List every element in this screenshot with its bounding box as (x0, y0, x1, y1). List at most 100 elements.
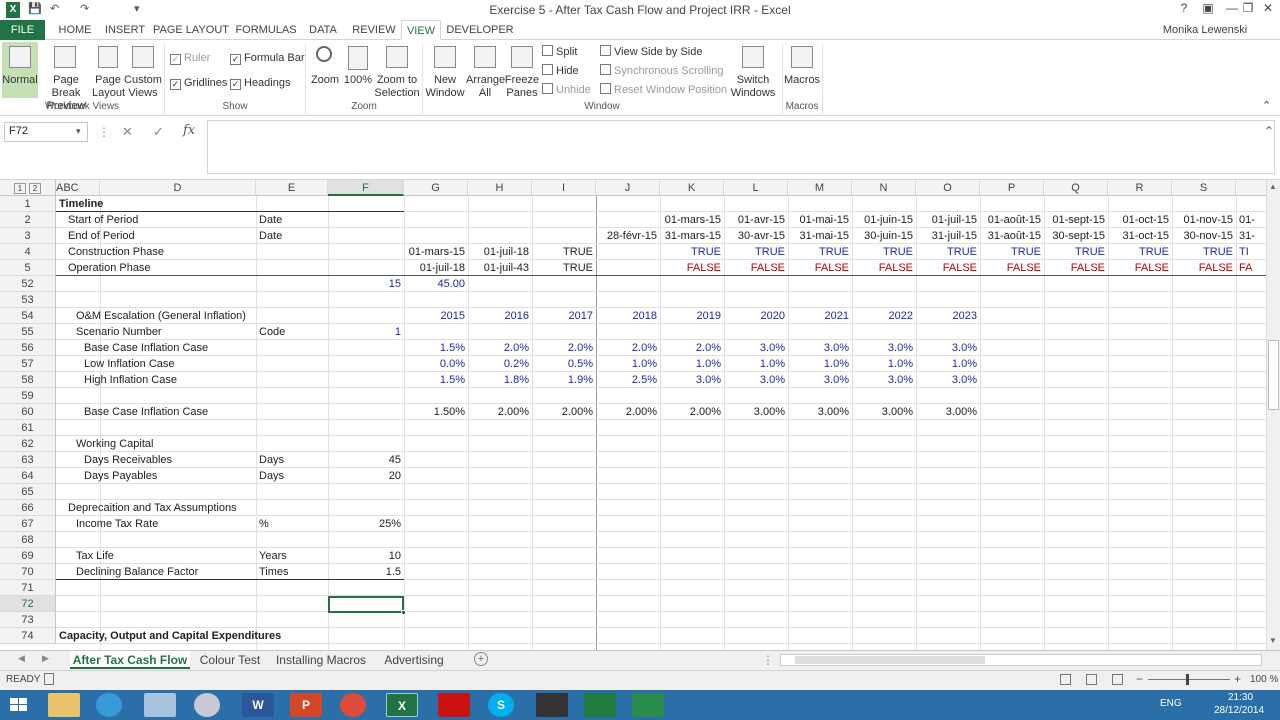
cell-n58[interactable]: 3.0% (852, 372, 913, 388)
cell-abc70[interactable]: Declining Balance Factor (76, 564, 198, 580)
cell-abc57[interactable]: Low Inflation Case (84, 356, 175, 372)
cell-p2[interactable]: 01-août-15 (980, 212, 1041, 228)
freeze-panes-button[interactable]: Freeze Panes (504, 42, 540, 99)
cell-abc1[interactable]: Timeline (59, 196, 103, 212)
page-break-status-icon[interactable] (1112, 674, 1123, 685)
scroll-down-icon[interactable]: ▼ (1269, 636, 1277, 645)
zoom-slider[interactable] (1148, 679, 1230, 680)
row-header[interactable]: 56 (0, 340, 56, 356)
cell-abc55[interactable]: Scenario Number (76, 324, 162, 340)
cell-t5[interactable]: FA (1239, 260, 1252, 276)
column-header-l[interactable]: L (724, 180, 788, 196)
page-break-preview-button[interactable]: Page Break Preview (40, 42, 92, 112)
scroll-up-icon[interactable]: ▲ (1269, 182, 1277, 191)
horizontal-scrollbar[interactable] (780, 654, 1262, 666)
row-header[interactable]: 60 (0, 404, 56, 420)
language-indicator[interactable]: ENG (1160, 698, 1182, 709)
column-header-abc[interactable]: ABC (56, 180, 100, 196)
column-header-n[interactable]: N (852, 180, 916, 196)
cell-i5[interactable]: TRUE (532, 260, 593, 276)
cell-m58[interactable]: 3.0% (788, 372, 849, 388)
cell-k54[interactable]: 2019 (660, 308, 721, 324)
cell-o2[interactable]: 01-juil-15 (916, 212, 977, 228)
cell-f70[interactable]: 1.5 (328, 564, 401, 580)
tab-review[interactable]: REVIEW (348, 20, 400, 40)
cell-e2[interactable]: Date (259, 212, 282, 228)
tab-split-handle[interactable]: ⋮ (762, 653, 774, 667)
camtasia-studio-icon[interactable] (632, 693, 664, 717)
cell-q3[interactable]: 30-sept-15 (1044, 228, 1105, 244)
cell-l2[interactable]: 01-avr-15 (724, 212, 785, 228)
cell-r3[interactable]: 31-oct-15 (1108, 228, 1169, 244)
cell-f69[interactable]: 10 (328, 548, 401, 564)
cell-o3[interactable]: 31-juil-15 (916, 228, 977, 244)
tab-formulas[interactable]: FORMULAS (234, 20, 298, 40)
row-header[interactable]: 65 (0, 484, 56, 500)
cell-h5[interactable]: 01-juil-43 (468, 260, 529, 276)
tab-home[interactable]: HOME (52, 20, 98, 40)
cell-s4[interactable]: TRUE (1172, 244, 1233, 260)
cell-f67[interactable]: 25% (328, 516, 401, 532)
custom-views-button[interactable]: Custom Views (124, 42, 162, 99)
collapse-ribbon-icon[interactable]: ⌃ (1262, 100, 1271, 113)
outline-level-2[interactable]: 2 (29, 183, 42, 194)
cell-abc67[interactable]: Income Tax Rate (76, 516, 158, 532)
cell-o60[interactable]: 3.00% (916, 404, 977, 420)
skype-icon[interactable]: S (488, 693, 514, 717)
cell-abc60[interactable]: Base Case Inflation Case (84, 404, 208, 420)
column-header-m[interactable]: M (788, 180, 852, 196)
page-layout-button[interactable]: Page Layout (92, 42, 125, 99)
collapse-formula-icon[interactable]: ⌃ (1264, 124, 1274, 138)
column-header-p[interactable]: P (980, 180, 1044, 196)
new-sheet-icon[interactable]: + (474, 652, 488, 666)
camtasia-icon[interactable] (536, 693, 568, 717)
cell-k4[interactable]: TRUE (660, 244, 721, 260)
tab-developer[interactable]: DEVELOPER (444, 20, 516, 40)
vertical-scrollbar[interactable]: ▲ ▼ (1266, 180, 1280, 650)
cell-g54[interactable]: 2015 (404, 308, 465, 324)
chrome-icon[interactable] (340, 693, 366, 717)
cell-k3[interactable]: 31-mars-15 (660, 228, 721, 244)
cell-k60[interactable]: 2.00% (660, 404, 721, 420)
cell-o54[interactable]: 2023 (916, 308, 977, 324)
cell-f52[interactable]: 15 (328, 276, 401, 292)
cell-abc74[interactable]: Capacity, Output and Capital Expenditure… (59, 628, 281, 644)
row-header[interactable]: 67 (0, 516, 56, 532)
cell-abc64[interactable]: Days Payables (84, 468, 157, 484)
row-header[interactable]: 53 (0, 292, 56, 308)
cell-f63[interactable]: 45 (328, 452, 401, 468)
tab-file[interactable]: FILE (0, 20, 45, 40)
help-icon[interactable]: ? (1172, 1, 1196, 19)
cell-k58[interactable]: 3.0% (660, 372, 721, 388)
zoom-to-selection-button[interactable]: Zoom to Selection (374, 42, 420, 99)
column-header-h[interactable]: H (468, 180, 532, 196)
cell-h60[interactable]: 2.00% (468, 404, 529, 420)
cell-o56[interactable]: 3.0% (916, 340, 977, 356)
cell-e67[interactable]: % (259, 516, 269, 532)
column-header-i[interactable]: I (532, 180, 596, 196)
cell-i54[interactable]: 2017 (532, 308, 593, 324)
ruler-checkbox[interactable]: ✓ Ruler (170, 52, 210, 65)
cell-e55[interactable]: Code (259, 324, 285, 340)
cell-n5[interactable]: FALSE (852, 260, 913, 276)
arrange-all-button[interactable]: Arrange All (466, 42, 505, 99)
column-header-s[interactable]: S (1172, 180, 1236, 196)
cell-l3[interactable]: 30-avr-15 (724, 228, 785, 244)
cell-m3[interactable]: 31-mai-15 (788, 228, 849, 244)
cell-j54[interactable]: 2018 (596, 308, 657, 324)
row-header[interactable]: 59 (0, 388, 56, 404)
row-header[interactable]: 73 (0, 612, 56, 628)
cell-h4[interactable]: 01-juil-18 (468, 244, 529, 260)
column-header-f[interactable]: F (328, 180, 404, 196)
cell-m4[interactable]: TRUE (788, 244, 849, 260)
cell-k57[interactable]: 1.0% (660, 356, 721, 372)
macro-record-icon[interactable] (44, 673, 54, 685)
cell-l56[interactable]: 3.0% (724, 340, 785, 356)
column-header-e[interactable]: E (256, 180, 328, 196)
reset-window-position-button[interactable]: Reset Window Position (600, 83, 727, 97)
cell-g60[interactable]: 1.50% (404, 404, 465, 420)
cell-h58[interactable]: 1.8% (468, 372, 529, 388)
cell-e3[interactable]: Date (259, 228, 282, 244)
enter-icon[interactable]: ✓ (153, 124, 164, 140)
cell-l60[interactable]: 3.00% (724, 404, 785, 420)
